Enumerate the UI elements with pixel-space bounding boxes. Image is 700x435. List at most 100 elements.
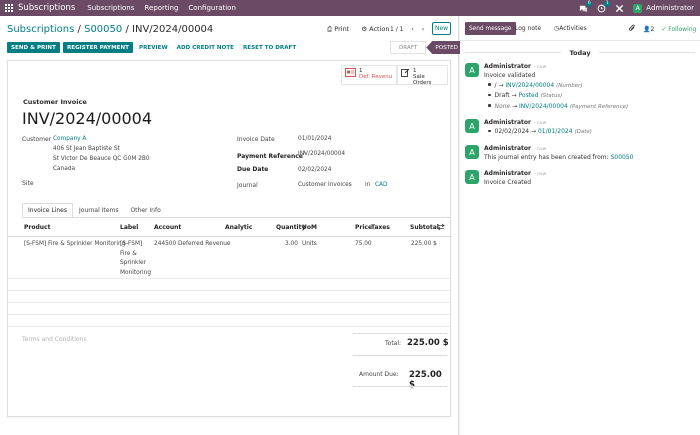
tracking-line: 02/02/2024 → 01/01/2024 (Date): [484, 127, 592, 138]
tracking-new: INV/2024/00004: [505, 81, 555, 89]
optional-columns-icon[interactable]: [437, 223, 445, 233]
message-title: Invoice validated: [484, 72, 536, 79]
author-avatar[interactable]: A: [465, 119, 479, 133]
journal-label: Journal: [237, 182, 258, 189]
new-button[interactable]: New: [432, 22, 451, 35]
activity-badge: 1: [604, 0, 611, 7]
terms-conditions-field[interactable]: Terms and Conditions: [22, 336, 87, 343]
pager-next-button[interactable]: ›: [422, 26, 424, 33]
payment-reference-field[interactable]: INV/2024/00004: [298, 151, 345, 157]
chat-icon[interactable]: 6: [579, 0, 593, 13]
followers-button[interactable]: 👤2: [643, 26, 654, 33]
log-note-button[interactable]: Log note: [515, 25, 541, 32]
notebook-tabs: Invoice Lines Journal Items Other Info: [22, 203, 167, 218]
line-label-part: Fire &: [120, 250, 137, 257]
totals-divider: [353, 386, 447, 387]
currency-field[interactable]: CAD: [375, 182, 387, 188]
journal-field[interactable]: Customer Invoices: [298, 182, 352, 188]
address-line: 406 St Jean Baptiste St: [53, 146, 120, 152]
print-button[interactable]: ⎙ Print: [327, 25, 349, 34]
message-author[interactable]: Administrator: [484, 145, 531, 152]
tracking-field: (Number): [556, 82, 583, 89]
col-analytic[interactable]: Analytic: [225, 224, 252, 231]
tab-invoice-lines[interactable]: Invoice Lines: [22, 203, 73, 218]
line-quantity[interactable]: 3.00: [285, 240, 298, 250]
due-date-field[interactable]: 02/02/2024: [298, 167, 331, 173]
col-quantity[interactable]: Quantity: [276, 224, 305, 231]
customer-field[interactable]: Company A: [53, 136, 86, 142]
action-button[interactable]: ⚙ Action: [361, 25, 389, 34]
tracking-new: Posted: [518, 92, 539, 99]
line-uom[interactable]: Units: [302, 240, 317, 250]
pager: 1 / 1 ‹ ›: [390, 26, 424, 33]
chatter-panel: Send message Log note ◷Activities 👤2 ✓ F…: [460, 16, 700, 435]
tracking-old: Draft: [494, 92, 510, 99]
arrow-right-icon: →: [511, 92, 517, 99]
author-avatar[interactable]: A: [465, 63, 479, 77]
col-uom[interactable]: UoM: [302, 224, 317, 231]
col-product[interactable]: Product: [24, 224, 50, 231]
author-avatar[interactable]: A: [465, 145, 479, 159]
tab-other-info[interactable]: Other Info: [124, 203, 166, 218]
register-payment-button[interactable]: REGISTER PAYMENT: [62, 42, 133, 53]
col-label[interactable]: Label: [120, 224, 138, 231]
breadcrumb-separator: /: [125, 24, 129, 35]
author-avatar[interactable]: A: [465, 170, 479, 184]
smart-button-deferred-revenue[interactable]: 1 Def. Revenu: [341, 65, 397, 85]
send-print-button[interactable]: SEND & PRINT: [7, 42, 60, 53]
line-price[interactable]: 75.00: [355, 240, 372, 250]
tracking-old: None: [494, 102, 511, 110]
preview-button[interactable]: PREVIEW: [136, 42, 171, 53]
line-account[interactable]: 244500 Deferred Revenue: [154, 240, 230, 250]
chatter-toolbar: Send message Log note ◷Activities 👤2 ✓ F…: [460, 16, 700, 41]
send-message-button[interactable]: Send message: [465, 22, 516, 35]
col-price[interactable]: Price: [355, 224, 372, 231]
menu-configuration[interactable]: Configuration: [188, 4, 235, 12]
payment-reference-label: Payment Reference?: [237, 151, 305, 160]
smart-button-sale-orders[interactable]: 1 Sale Orders: [397, 65, 448, 86]
pager-value[interactable]: 1 / 1: [390, 26, 403, 33]
source-document-link[interactable]: S00050: [611, 154, 634, 161]
message-author[interactable]: Administrator: [484, 63, 531, 70]
activities-button[interactable]: ◷Activities: [554, 25, 587, 32]
message-author[interactable]: Administrator: [484, 170, 531, 177]
col-subtotal[interactable]: Subtotal: [410, 224, 439, 231]
pager-prev-button[interactable]: ‹: [411, 26, 413, 33]
message-author[interactable]: Administrator: [484, 119, 531, 126]
row-divider: [8, 290, 452, 291]
status-draft[interactable]: DRAFT: [390, 41, 427, 54]
message-text: Invoice Created: [484, 179, 532, 186]
activities-label: Activities: [559, 25, 587, 32]
user-name[interactable]: Administrator: [646, 4, 694, 12]
col-taxes[interactable]: Taxes: [371, 224, 390, 231]
line-label[interactable]: [S-FSM] Fire & Sprinkler Monitoring: [120, 240, 151, 278]
tools-icon[interactable]: [615, 4, 624, 13]
reset-to-draft-button[interactable]: RESET TO DRAFT: [240, 42, 299, 53]
user-avatar[interactable]: A: [633, 3, 643, 13]
breadcrumb-subscriptions[interactable]: Subscriptions: [7, 24, 74, 35]
message-time: - now: [533, 147, 547, 152]
line-product[interactable]: [S-FSM] Fire & Sprinkler Monitoring: [24, 240, 125, 250]
amount-due-label: Amount Due:: [359, 371, 399, 378]
menu-reporting[interactable]: Reporting: [144, 4, 178, 12]
add-credit-note-button[interactable]: ADD CREDIT NOTE: [174, 42, 237, 53]
tracking-old: /: [494, 81, 497, 89]
breadcrumb-subscription[interactable]: S00050: [84, 24, 122, 35]
col-account[interactable]: Account: [154, 224, 181, 231]
menu-subscriptions[interactable]: Subscriptions: [87, 4, 134, 12]
invoice-date-field[interactable]: 01/01/2024: [298, 136, 331, 142]
invoice-sheet: 1 Def. Revenu 1 Sale Orders Customer Invoi…: [7, 60, 452, 417]
app-title[interactable]: Subscriptions: [18, 3, 75, 13]
print-icon: ⎙: [327, 25, 333, 33]
revenue-card-icon: [345, 68, 356, 79]
apps-menu-icon[interactable]: [5, 4, 13, 12]
totals-divider: [353, 355, 447, 356]
smart-button-label: Sale Orders: [413, 74, 432, 86]
tab-journal-items[interactable]: Journal Items: [73, 203, 124, 218]
payment-reference-text: Payment Reference: [237, 153, 303, 160]
due-date-label: Due Date: [237, 166, 269, 173]
activity-clock-icon[interactable]: 1: [597, 0, 611, 13]
row-divider: [8, 278, 452, 279]
following-button[interactable]: ✓ Following: [661, 26, 696, 33]
paperclip-icon[interactable]: [628, 24, 636, 35]
